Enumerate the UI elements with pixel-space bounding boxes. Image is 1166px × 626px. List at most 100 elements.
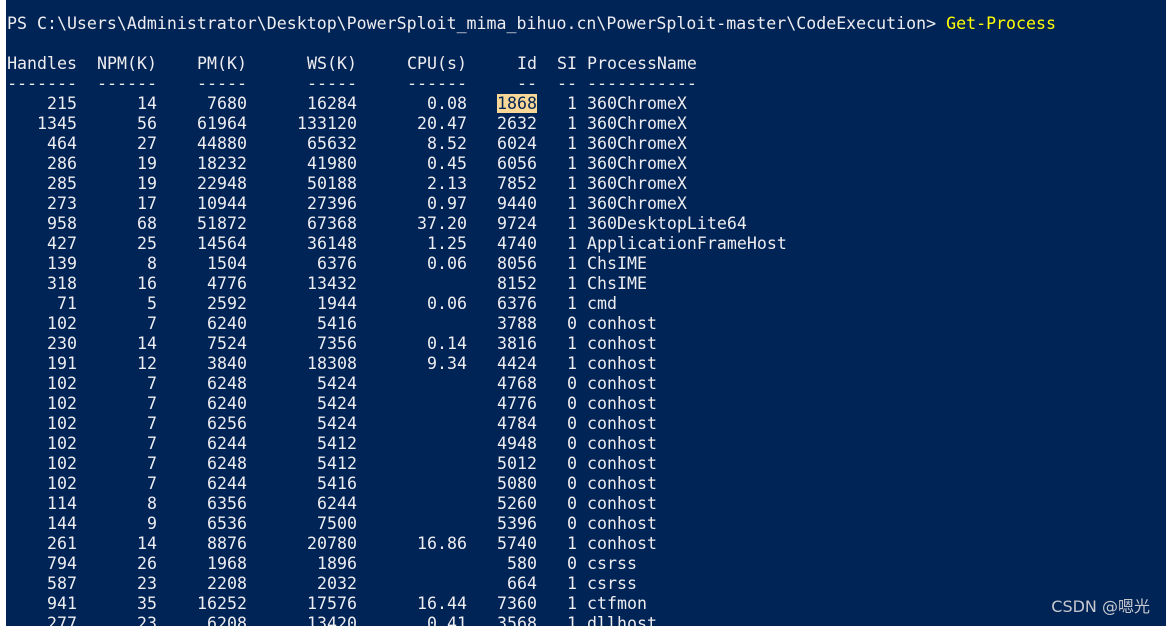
cell-pm-text: 1504 [207, 254, 247, 273]
cell-npm-text: 23 [137, 614, 157, 626]
cell-ws-text: 27396 [307, 194, 357, 213]
cell-npm-text: 7 [147, 414, 157, 433]
cell-handles: 102 [7, 454, 77, 474]
cell-cpu-text: 16.44 [417, 594, 467, 613]
cell-si-text: 0 [567, 374, 577, 393]
cell-id-text: 4424 [497, 354, 537, 373]
cell-handles: 286 [7, 154, 77, 174]
header-si: SI [557, 54, 577, 73]
powershell-console[interactable]: PS C:\Users\Administrator\Desktop\PowerS… [6, 0, 1166, 626]
cell-id-text: 5740 [497, 534, 537, 553]
cell-cpu: 8.52 [357, 134, 467, 154]
cell-si-text: 1 [567, 254, 577, 273]
cell-id-text: 7852 [497, 174, 537, 193]
cell-npm: 7 [77, 454, 157, 474]
cell-si: 1 [537, 114, 577, 134]
cell-npm: 16 [77, 274, 157, 294]
cell-pm-text: 51872 [197, 214, 247, 233]
cell-pm: 6240 [157, 394, 247, 414]
cell-id: 4784 [467, 414, 537, 434]
cell-pm: 51872 [157, 214, 247, 234]
cell-ws-text: 5424 [317, 394, 357, 413]
cell-handles-text: 1345 [37, 114, 77, 133]
cell-process-name: conhost [587, 514, 987, 534]
cell-handles-text: 427 [47, 234, 77, 253]
cell-id-text: 6024 [497, 134, 537, 153]
cell-handles-text: 215 [47, 94, 77, 113]
cell-npm: 26 [77, 554, 157, 574]
cell-pm-text: 6256 [207, 414, 247, 433]
cell-si-text: 1 [567, 134, 577, 153]
cell-id: 9724 [467, 214, 537, 234]
cell-pm-text: 7680 [207, 94, 247, 113]
cell-handles-text: 144 [47, 514, 77, 533]
cell-pm-text: 6536 [207, 514, 247, 533]
cell-id: 9440 [467, 194, 537, 214]
cell-id-text: 9724 [497, 214, 537, 233]
cell-npm-text: 7 [147, 474, 157, 493]
cell-ws-text: 133120 [297, 114, 357, 133]
cell-si: 0 [537, 394, 577, 414]
cell-process-name: conhost [587, 534, 987, 554]
command-text: Get-Process [946, 14, 1057, 33]
cell-handles-text: 958 [47, 214, 77, 233]
cell-id: 3568 [467, 614, 537, 626]
cell-handles: 144 [7, 514, 77, 534]
cell-pm: 6244 [157, 474, 247, 494]
cell-npm-text: 14 [137, 94, 157, 113]
cell-process-name-text: 360ChromeX [587, 194, 687, 213]
cell-cpu: 20.47 [357, 114, 467, 134]
cell-si: 0 [537, 494, 577, 514]
cell-cpu: 0.06 [357, 294, 467, 314]
cell-cpu: 2.13 [357, 174, 467, 194]
cell-process-name-text: conhost [587, 494, 657, 513]
cell-npm: 9 [77, 514, 157, 534]
cell-id: 7360 [467, 594, 537, 614]
cell-id-text: 6376 [497, 294, 537, 313]
cell-ws: 20780 [247, 534, 357, 554]
cell-process-name: conhost [587, 314, 987, 334]
cell-pm-text: 2208 [207, 574, 247, 593]
cell-npm-text: 7 [147, 314, 157, 333]
cell-ws: 41980 [247, 154, 357, 174]
cell-si: 0 [537, 434, 577, 454]
cell-process-name: conhost [587, 454, 987, 474]
cell-process-name: csrss [587, 554, 987, 574]
cell-pm: 10944 [157, 194, 247, 214]
cell-npm-text: 14 [137, 334, 157, 353]
cell-si-text: 0 [567, 514, 577, 533]
cell-si: 1 [537, 154, 577, 174]
cell-process-name-text: 360ChromeX [587, 154, 687, 173]
cell-cpu: 1.25 [357, 234, 467, 254]
cell-si: 0 [537, 374, 577, 394]
cell-ws: 5416 [247, 474, 357, 494]
cell-si-text: 1 [567, 214, 577, 233]
cell-id-text: 4776 [497, 394, 537, 413]
cell-si: 1 [537, 194, 577, 214]
cell-handles-text: 277 [47, 614, 77, 626]
cell-npm-text: 56 [137, 114, 157, 133]
cell-process-name-text: conhost [587, 514, 657, 533]
header-process-name: ProcessName [587, 54, 697, 73]
cell-si: 0 [537, 514, 577, 534]
cell-handles-text: 587 [47, 574, 77, 593]
header-npm: NPM(K) [97, 54, 157, 73]
separator-ws: ----- [307, 74, 357, 93]
cell-npm: 14 [77, 94, 157, 114]
table-header: Handles NPM(K) PM(K) WS(K) CPU(s) Id SI … [7, 54, 697, 74]
cell-pm-text: 22948 [197, 174, 247, 193]
cell-npm-text: 8 [147, 494, 157, 513]
cell-ws: 13432 [247, 274, 357, 294]
cell-process-name-text: conhost [587, 334, 657, 353]
cell-npm-text: 25 [137, 234, 157, 253]
cell-pm: 1968 [157, 554, 247, 574]
cell-pm-text: 8876 [207, 534, 247, 553]
cell-si-text: 0 [567, 494, 577, 513]
cell-process-name: 360DesktopLite64 [587, 214, 987, 234]
cell-cpu: 16.86 [357, 534, 467, 554]
cell-npm: 7 [77, 314, 157, 334]
cell-ws: 5412 [247, 454, 357, 474]
cell-pm: 1504 [157, 254, 247, 274]
cell-si: 0 [537, 474, 577, 494]
cell-process-name: conhost [587, 434, 987, 454]
